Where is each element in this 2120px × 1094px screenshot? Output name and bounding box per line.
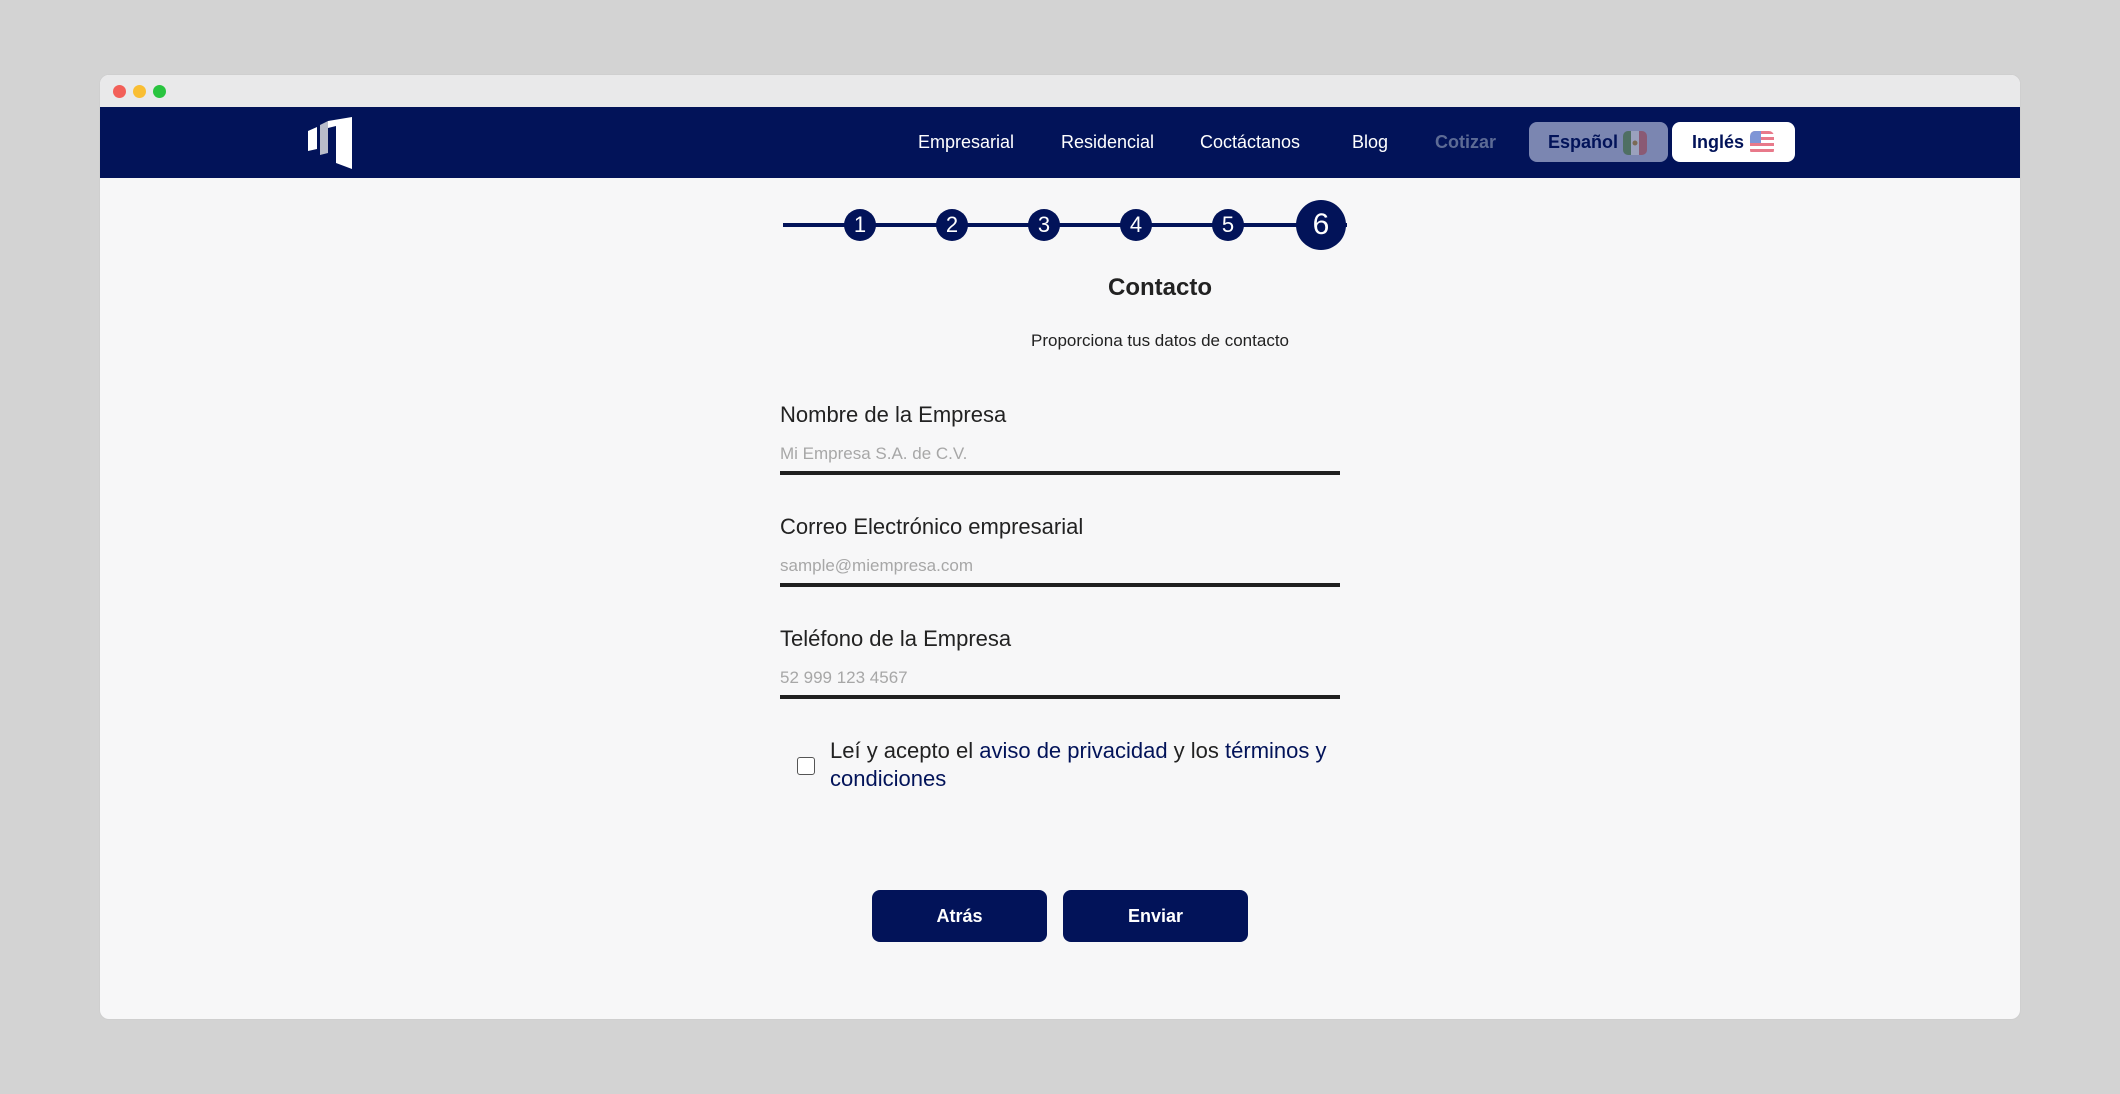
- submit-button[interactable]: Enviar: [1063, 890, 1248, 942]
- minimize-window-button[interactable]: [133, 85, 146, 98]
- consent-prefix: Leí y acepto el: [830, 738, 980, 763]
- top-navbar: Empresarial Residencial Coctáctanos Blog…: [100, 107, 2020, 178]
- language-english-label: Inglés: [1692, 131, 1745, 152]
- usa-flag-icon: [1750, 131, 1774, 155]
- language-english-button[interactable]: Inglés: [1672, 122, 1795, 162]
- nav-link-empresarial[interactable]: Empresarial: [918, 129, 1014, 155]
- language-spanish-label: Español: [1548, 131, 1619, 152]
- company-phone-group: Teléfono de la Empresa: [780, 624, 1340, 699]
- close-window-button[interactable]: [113, 85, 126, 98]
- building-logo-icon[interactable]: [308, 117, 354, 169]
- nav-link-residencial[interactable]: Residencial: [1061, 129, 1154, 155]
- mexico-flag-icon: [1623, 131, 1647, 155]
- company-name-group: Nombre de la Empresa: [780, 400, 1340, 475]
- nav-link-cotizar[interactable]: Cotizar: [1435, 129, 1496, 155]
- step-1[interactable]: 1: [844, 209, 876, 241]
- business-email-input[interactable]: [780, 549, 1340, 587]
- company-name-label: Nombre de la Empresa: [780, 402, 1007, 427]
- maximize-window-button[interactable]: [153, 85, 166, 98]
- business-email-group: Correo Electrónico empresarial: [780, 512, 1340, 587]
- consent-text: Leí y acepto el aviso de privacidad y lo…: [830, 737, 1350, 793]
- back-button[interactable]: Atrás: [872, 890, 1047, 942]
- consent-middle: y los: [1167, 738, 1226, 763]
- nav-link-blog[interactable]: Blog: [1352, 129, 1388, 155]
- step-6-current[interactable]: 6: [1296, 200, 1346, 250]
- form-title: Contacto: [1108, 274, 1212, 301]
- company-phone-label: Teléfono de la Empresa: [780, 626, 1012, 651]
- company-phone-input[interactable]: [780, 661, 1340, 699]
- progress-stepper: 1 2 3 4 5 6: [783, 200, 1347, 250]
- language-spanish-button[interactable]: Español: [1529, 122, 1668, 162]
- step-5[interactable]: 5: [1212, 209, 1244, 241]
- step-2[interactable]: 2: [936, 209, 968, 241]
- privacy-notice-link[interactable]: aviso de privacidad: [979, 738, 1167, 763]
- step-3[interactable]: 3: [1028, 209, 1060, 241]
- consent-checkbox[interactable]: [797, 757, 815, 775]
- step-4[interactable]: 4: [1120, 209, 1152, 241]
- business-email-label: Correo Electrónico empresarial: [780, 514, 1084, 539]
- window-titlebar: [100, 75, 2020, 107]
- browser-window: Empresarial Residencial Coctáctanos Blog…: [100, 75, 2020, 1019]
- nav-link-contactanos[interactable]: Coctáctanos: [1200, 129, 1300, 155]
- form-subtitle: Proporciona tus datos de contacto: [1031, 331, 1289, 350]
- company-name-input[interactable]: [780, 437, 1340, 475]
